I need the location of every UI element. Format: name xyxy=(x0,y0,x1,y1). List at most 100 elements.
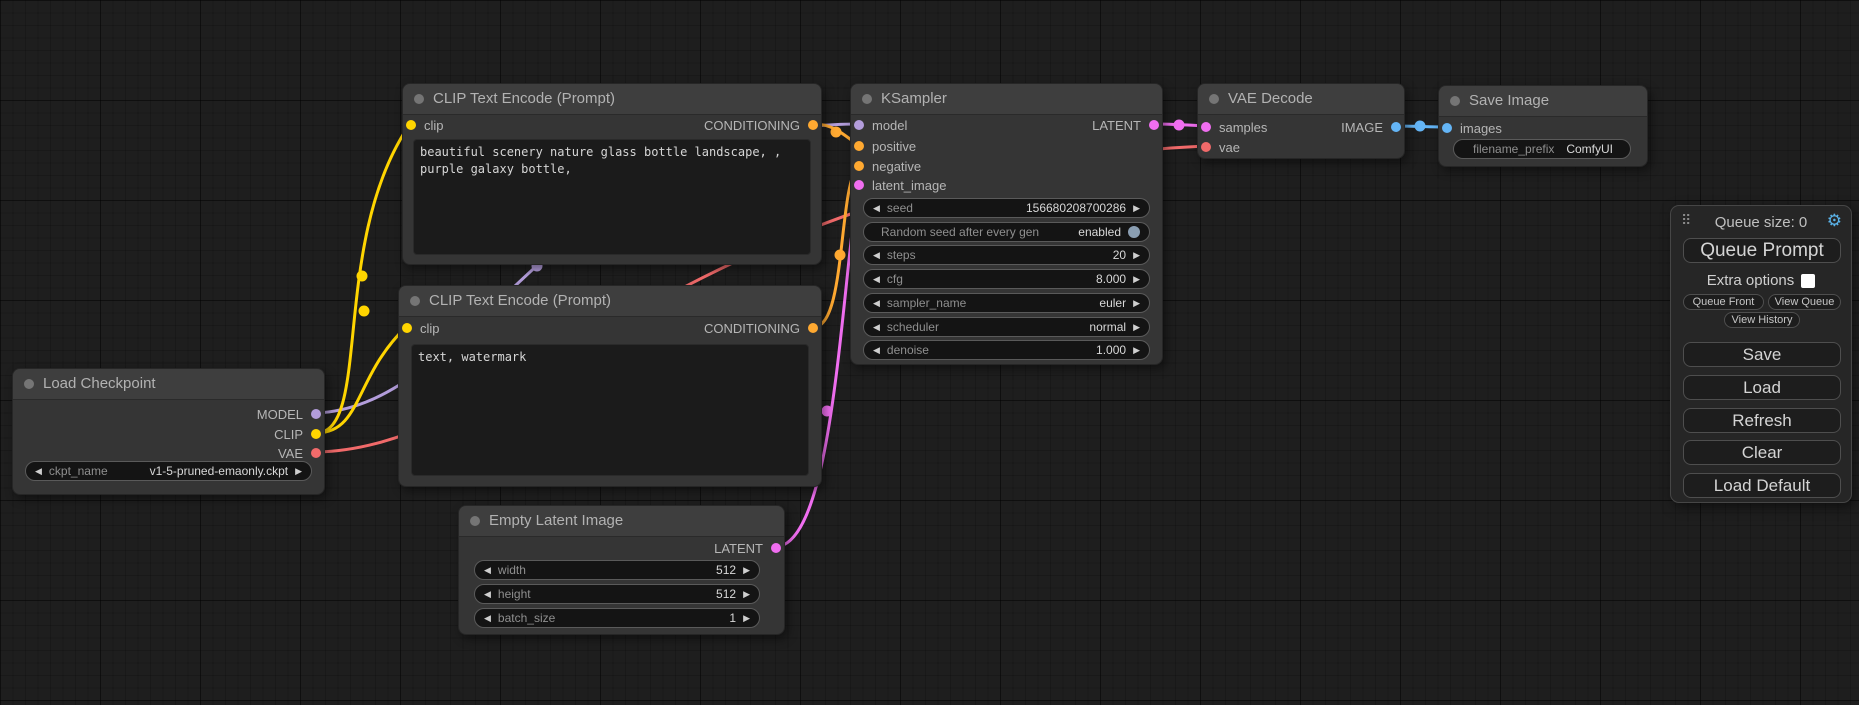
height-widget[interactable]: ◀ height 512 ▶ xyxy=(474,584,760,604)
model-slot-dot-icon[interactable] xyxy=(311,409,321,419)
clip-slot-dot-icon[interactable] xyxy=(402,323,412,333)
input-slot-latent-image[interactable]: latent_image xyxy=(854,175,946,195)
ckpt-name-widget[interactable]: ◀ ckpt_name v1-5-pruned-emaonly.ckpt ▶ xyxy=(25,461,312,481)
seed-widget[interactable]: ◀ seed 156680208700286 ▶ xyxy=(863,198,1150,218)
node-title-bar[interactable]: CLIP Text Encode (Prompt) xyxy=(399,286,821,317)
decrement-arrow-icon[interactable]: ◀ xyxy=(484,608,491,628)
toggle-dot-icon[interactable] xyxy=(1128,226,1140,238)
output-slot-conditioning[interactable]: CONDITIONING xyxy=(704,318,818,338)
node-load-checkpoint[interactable]: Load Checkpoint MODEL CLIP VAE ◀ ckpt_na… xyxy=(12,368,325,495)
clip-slot-dot-icon[interactable] xyxy=(406,120,416,130)
denoise-widget[interactable]: ◀ denoise 1.000 ▶ xyxy=(863,340,1150,360)
conditioning-slot-dot-icon[interactable] xyxy=(854,141,864,151)
decrement-arrow-icon[interactable]: ◀ xyxy=(873,293,880,313)
collapse-dot-icon[interactable] xyxy=(1450,96,1460,106)
prompt-textarea[interactable]: text, watermark xyxy=(411,344,809,476)
increment-arrow-icon[interactable]: ▶ xyxy=(295,461,302,481)
node-clip-text-encode-negative[interactable]: CLIP Text Encode (Prompt) clip CONDITION… xyxy=(398,285,822,487)
settings-gear-icon[interactable]: ⚙ xyxy=(1827,212,1842,229)
load-default-button[interactable]: Load Default xyxy=(1683,473,1841,498)
conditioning-slot-dot-icon[interactable] xyxy=(854,161,864,171)
increment-arrow-icon[interactable]: ▶ xyxy=(743,560,750,580)
collapse-dot-icon[interactable] xyxy=(862,94,872,104)
conditioning-slot-dot-icon[interactable] xyxy=(808,323,818,333)
increment-arrow-icon[interactable]: ▶ xyxy=(1133,198,1140,218)
random-seed-toggle-widget[interactable]: Random seed after every gen enabled xyxy=(863,222,1150,242)
input-slot-positive[interactable]: positive xyxy=(854,136,916,156)
filename-prefix-widget[interactable]: filename_prefix ComfyUI xyxy=(1453,139,1631,159)
input-slot-negative[interactable]: negative xyxy=(854,156,921,176)
decrement-arrow-icon[interactable]: ◀ xyxy=(873,198,880,218)
prompt-textarea[interactable]: beautiful scenery nature glass bottle la… xyxy=(413,139,811,255)
clear-button[interactable]: Clear xyxy=(1683,440,1841,465)
node-title-bar[interactable]: Empty Latent Image xyxy=(459,506,784,537)
node-ksampler[interactable]: KSampler model positive negative latent_… xyxy=(850,83,1163,365)
save-button[interactable]: Save xyxy=(1683,342,1841,367)
increment-arrow-icon[interactable]: ▶ xyxy=(1133,245,1140,265)
node-title-bar[interactable]: Load Checkpoint xyxy=(13,369,324,400)
model-slot-dot-icon[interactable] xyxy=(854,120,864,130)
output-slot-conditioning[interactable]: CONDITIONING xyxy=(704,115,818,135)
vae-slot-dot-icon[interactable] xyxy=(311,448,321,458)
node-graph-canvas[interactable]: Load Checkpoint MODEL CLIP VAE ◀ ckpt_na… xyxy=(0,0,1859,705)
view-history-button[interactable]: View History xyxy=(1724,312,1800,328)
output-slot-image[interactable]: IMAGE xyxy=(1341,117,1401,137)
decrement-arrow-icon[interactable]: ◀ xyxy=(484,584,491,604)
node-title-bar[interactable]: Save Image xyxy=(1439,86,1647,117)
node-clip-text-encode-positive[interactable]: CLIP Text Encode (Prompt) clip CONDITION… xyxy=(402,83,822,265)
output-slot-clip[interactable]: CLIP xyxy=(274,424,321,444)
decrement-arrow-icon[interactable]: ◀ xyxy=(484,560,491,580)
collapse-dot-icon[interactable] xyxy=(470,516,480,526)
vae-slot-dot-icon[interactable] xyxy=(1201,142,1211,152)
collapse-dot-icon[interactable] xyxy=(414,94,424,104)
view-queue-button[interactable]: View Queue xyxy=(1768,294,1841,310)
increment-arrow-icon[interactable]: ▶ xyxy=(1133,269,1140,289)
cfg-widget[interactable]: ◀ cfg 8.000 ▶ xyxy=(863,269,1150,289)
decrement-arrow-icon[interactable]: ◀ xyxy=(873,340,880,360)
clip-slot-dot-icon[interactable] xyxy=(311,429,321,439)
input-slot-vae[interactable]: vae xyxy=(1201,137,1240,157)
collapse-dot-icon[interactable] xyxy=(410,296,420,306)
input-slot-clip[interactable]: clip xyxy=(402,318,440,338)
input-slot-samples[interactable]: samples xyxy=(1201,117,1267,137)
increment-arrow-icon[interactable]: ▶ xyxy=(743,584,750,604)
queue-prompt-button[interactable]: Queue Prompt xyxy=(1683,238,1841,263)
latent-slot-dot-icon[interactable] xyxy=(1201,122,1211,132)
increment-arrow-icon[interactable]: ▶ xyxy=(1133,340,1140,360)
node-empty-latent-image[interactable]: Empty Latent Image LATENT ◀ width 512 ▶ … xyxy=(458,505,785,635)
collapse-dot-icon[interactable] xyxy=(24,379,34,389)
image-slot-dot-icon[interactable] xyxy=(1391,122,1401,132)
decrement-arrow-icon[interactable]: ◀ xyxy=(873,317,880,337)
batch-size-widget[interactable]: ◀ batch_size 1 ▶ xyxy=(474,608,760,628)
extra-options-checkbox[interactable] xyxy=(1801,274,1815,288)
sampler-name-widget[interactable]: ◀ sampler_name euler ▶ xyxy=(863,293,1150,313)
node-title-bar[interactable]: KSampler xyxy=(851,84,1162,115)
load-button[interactable]: Load xyxy=(1683,375,1841,400)
scheduler-widget[interactable]: ◀ scheduler normal ▶ xyxy=(863,317,1150,337)
latent-slot-dot-icon[interactable] xyxy=(854,180,864,190)
output-slot-model[interactable]: MODEL xyxy=(257,404,321,424)
increment-arrow-icon[interactable]: ▶ xyxy=(1133,317,1140,337)
increment-arrow-icon[interactable]: ▶ xyxy=(1133,293,1140,313)
node-title-bar[interactable]: CLIP Text Encode (Prompt) xyxy=(403,84,821,115)
steps-widget[interactable]: ◀ steps 20 ▶ xyxy=(863,245,1150,265)
width-widget[interactable]: ◀ width 512 ▶ xyxy=(474,560,760,580)
decrement-arrow-icon[interactable]: ◀ xyxy=(873,245,880,265)
latent-slot-dot-icon[interactable] xyxy=(1149,120,1159,130)
input-slot-model[interactable]: model xyxy=(854,115,907,135)
node-title-bar[interactable]: VAE Decode xyxy=(1198,84,1404,115)
image-slot-dot-icon[interactable] xyxy=(1442,123,1452,133)
conditioning-slot-dot-icon[interactable] xyxy=(808,120,818,130)
node-save-image[interactable]: Save Image images filename_prefix ComfyU… xyxy=(1438,85,1648,167)
output-slot-vae[interactable]: VAE xyxy=(278,443,321,463)
decrement-arrow-icon[interactable]: ◀ xyxy=(873,269,880,289)
refresh-button[interactable]: Refresh xyxy=(1683,408,1841,433)
output-slot-latent[interactable]: LATENT xyxy=(714,538,781,558)
queue-front-button[interactable]: Queue Front xyxy=(1683,294,1764,310)
latent-slot-dot-icon[interactable] xyxy=(771,543,781,553)
input-slot-images[interactable]: images xyxy=(1442,118,1502,138)
decrement-arrow-icon[interactable]: ◀ xyxy=(35,461,42,481)
output-slot-latent[interactable]: LATENT xyxy=(1092,115,1159,135)
collapse-dot-icon[interactable] xyxy=(1209,94,1219,104)
increment-arrow-icon[interactable]: ▶ xyxy=(743,608,750,628)
